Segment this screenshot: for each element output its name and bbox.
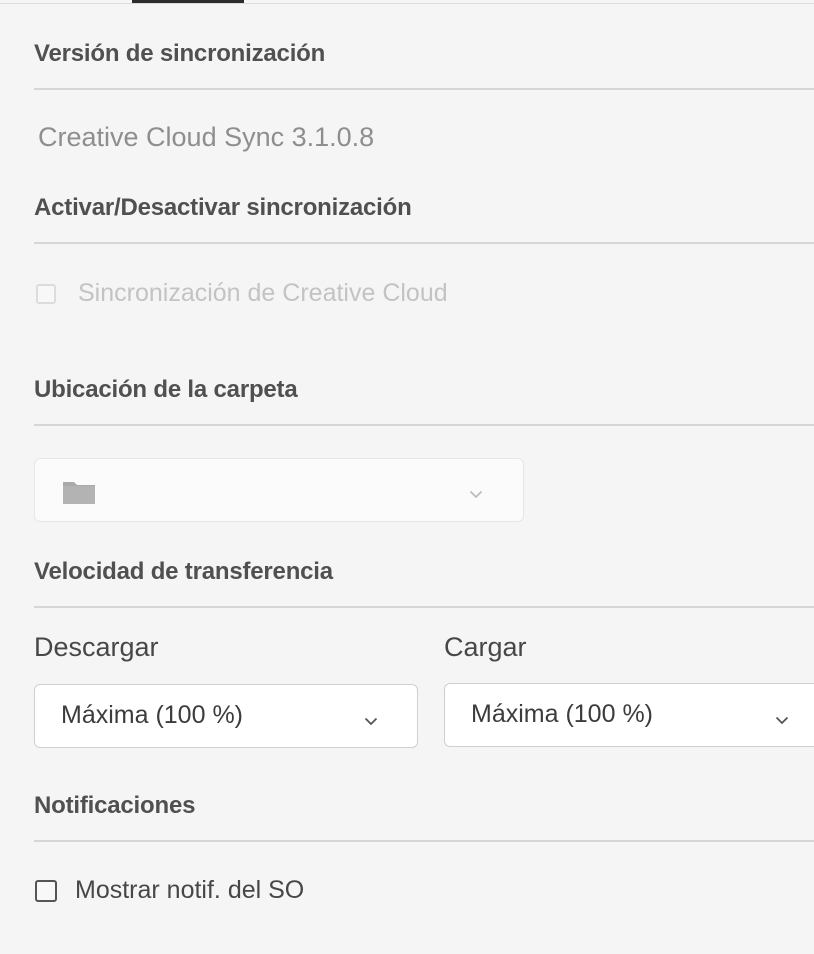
chevron-down-icon <box>364 713 378 731</box>
section-divider <box>34 840 814 842</box>
os-notifications-label: Mostrar notif. del SO <box>75 876 305 904</box>
folder-location-select[interactable] <box>34 458 524 522</box>
download-speed-value: Máxima (100 %) <box>61 701 243 729</box>
chevron-down-icon <box>469 486 483 504</box>
download-label: Descargar <box>34 632 159 662</box>
notifications-checkbox-row: Mostrar notif. del SO <box>35 876 304 905</box>
sync-version-value: Creative Cloud Sync 3.1.0.8 <box>38 122 375 152</box>
section-divider <box>34 424 814 426</box>
sync-checkbox[interactable] <box>36 283 56 304</box>
sync-version-heading: Versión de sincronización <box>34 40 326 67</box>
os-notifications-checkbox[interactable] <box>35 879 57 902</box>
chevron-down-icon <box>775 712 789 730</box>
download-speed-select[interactable]: Máxima (100 %) <box>34 684 418 748</box>
section-divider <box>34 606 814 608</box>
sync-checkbox-label: Sincronización de Creative Cloud <box>78 279 448 307</box>
section-divider <box>34 242 814 244</box>
upload-speed-select[interactable]: Máxima (100 %) <box>444 683 814 747</box>
folder-icon <box>62 479 96 510</box>
top-border <box>0 3 814 4</box>
active-tab-indicator <box>132 0 244 3</box>
folder-location-heading: Ubicación de la carpeta <box>34 376 298 403</box>
section-divider <box>34 88 814 90</box>
sync-toggle-heading: Activar/Desactivar sincronización <box>34 194 412 221</box>
upload-label: Cargar <box>444 632 527 662</box>
notifications-heading: Notificaciones <box>34 792 196 819</box>
sync-checkbox-row: Sincronización de Creative Cloud <box>36 279 448 308</box>
transfer-speed-heading: Velocidad de transferencia <box>34 558 333 585</box>
upload-speed-value: Máxima (100 %) <box>471 700 653 728</box>
